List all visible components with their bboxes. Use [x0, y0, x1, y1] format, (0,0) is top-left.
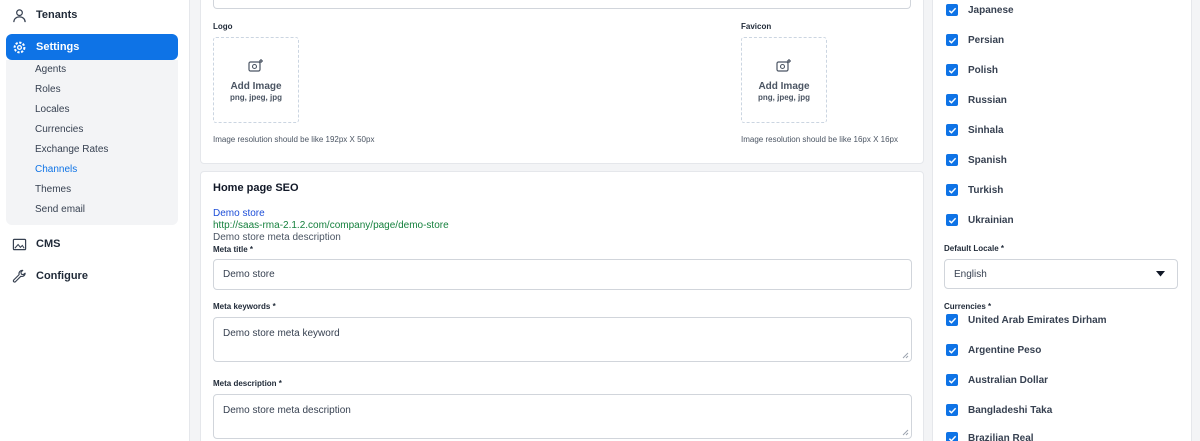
favicon-hint: Image resolution should be like 16px X 1…: [741, 135, 898, 144]
default-locale-label: Default Locale *: [944, 244, 1005, 253]
logo-hint: Image resolution should be like 192px X …: [213, 135, 375, 144]
checkbox-checked-icon[interactable]: [946, 314, 958, 326]
default-locale-value: English: [954, 268, 987, 280]
locale-label: Polish: [968, 64, 999, 76]
resize-handle-icon[interactable]: [902, 352, 909, 359]
caret-down-icon: [1156, 269, 1165, 280]
logo-upload[interactable]: Add Image png, jpeg, jpg: [213, 37, 299, 123]
gear-icon: [11, 39, 27, 55]
add-photo-icon: [776, 58, 792, 78]
locale-label: Persian: [968, 34, 1005, 46]
meta-keywords-value: Demo store meta keyword: [223, 328, 340, 339]
meta-title-label: Meta title *: [213, 245, 254, 254]
submenu-item-exchange-rates[interactable]: Exchange Rates: [35, 144, 108, 155]
settings-submenu: Agents Roles Locales Currencies Exchange…: [6, 60, 178, 225]
sidebar-item-configure[interactable]: Configure: [6, 263, 178, 289]
logo-label: Logo: [213, 22, 233, 31]
add-image-label: Add Image: [758, 81, 810, 92]
seo-preview-url: http://saas-rma-2.1.2.com/company/page/d…: [213, 220, 449, 231]
sidebar-item-settings[interactable]: Settings: [6, 34, 178, 60]
seo-heading: Home page SEO: [213, 182, 299, 194]
seo-preview-title: Demo store: [213, 208, 265, 219]
meta-description-label: Meta description *: [213, 379, 282, 388]
meta-description-value: Demo store meta description: [223, 405, 351, 416]
locale-checkbox-persian[interactable]: Persian: [946, 34, 1004, 46]
currency-checkbox-aed[interactable]: United Arab Emirates Dirham: [946, 314, 1107, 326]
locale-checkbox-turkish[interactable]: Turkish: [946, 184, 1003, 196]
sidebar: Tenants Settings Agents Roles Locales Cu…: [0, 0, 190, 441]
favicon-label: Favicon: [741, 22, 772, 31]
checkbox-checked-icon[interactable]: [946, 432, 958, 441]
locale-label: Sinhala: [968, 124, 1004, 136]
default-locale-select[interactable]: English: [944, 259, 1178, 289]
submenu-item-currencies[interactable]: Currencies: [35, 124, 83, 135]
sidebar-item-cms[interactable]: CMS: [6, 231, 178, 257]
submenu-item-channels[interactable]: Channels: [35, 164, 77, 175]
checkbox-checked-icon[interactable]: [946, 344, 958, 356]
locale-checkbox-sinhala[interactable]: Sinhala: [946, 124, 1004, 136]
currency-checkbox-brl[interactable]: Brazilian Real: [946, 432, 1034, 441]
locale-label: Ukrainian: [968, 214, 1014, 226]
currency-label: Bangladeshi Taka: [968, 404, 1053, 416]
resize-handle-icon[interactable]: [902, 429, 909, 436]
wrench-icon: [11, 268, 27, 284]
currency-label: Argentine Peso: [968, 344, 1042, 356]
checkbox-checked-icon[interactable]: [946, 34, 958, 46]
currencies-label: Currencies *: [944, 302, 992, 311]
sidebar-item-label: Tenants: [36, 9, 78, 21]
locale-checkbox-polish[interactable]: Polish: [946, 64, 998, 76]
submenu-item-send-email[interactable]: Send email: [35, 204, 85, 215]
checkbox-checked-icon[interactable]: [946, 64, 958, 76]
currency-checkbox-aud[interactable]: Australian Dollar: [946, 374, 1048, 386]
currency-label: United Arab Emirates Dirham: [968, 314, 1107, 326]
currency-checkbox-ars[interactable]: Argentine Peso: [946, 344, 1041, 356]
locale-label: Spanish: [968, 154, 1007, 166]
locale-checkbox-russian[interactable]: Russian: [946, 94, 1007, 106]
submenu-item-agents[interactable]: Agents: [35, 64, 66, 75]
currency-label: Australian Dollar: [968, 374, 1049, 386]
checkbox-checked-icon[interactable]: [946, 154, 958, 166]
sidebar-item-label: CMS: [36, 238, 61, 250]
user-icon: [11, 7, 27, 23]
meta-keywords-label: Meta keywords *: [213, 302, 276, 311]
sidebar-item-tenants[interactable]: Tenants: [6, 2, 178, 28]
checkbox-checked-icon[interactable]: [946, 4, 958, 16]
meta-description-textarea[interactable]: Demo store meta description: [213, 394, 912, 439]
sidebar-item-label: Settings: [36, 41, 80, 53]
submenu-item-themes[interactable]: Themes: [35, 184, 71, 195]
submenu-item-roles[interactable]: Roles: [35, 84, 61, 95]
locale-checkbox-japanese[interactable]: Japanese: [946, 4, 1014, 16]
locale-label: Japanese: [968, 4, 1014, 16]
add-image-label: Add Image: [230, 81, 282, 92]
seo-card: Home page SEO Demo store http://saas-rma…: [200, 171, 924, 441]
design-card: Logo Add Image png, jpeg, jpg Image reso…: [200, 0, 924, 164]
checkbox-checked-icon[interactable]: [946, 184, 958, 196]
submenu-item-locales[interactable]: Locales: [35, 104, 69, 115]
formats-label: png, jpeg, jpg: [230, 93, 282, 102]
checkbox-checked-icon[interactable]: [946, 124, 958, 136]
locale-label: Russian: [968, 94, 1007, 106]
locale-label: Turkish: [968, 184, 1004, 196]
checkbox-checked-icon[interactable]: [946, 374, 958, 386]
locale-checkbox-ukrainian[interactable]: Ukrainian: [946, 214, 1014, 226]
meta-title-input[interactable]: Demo store: [213, 259, 912, 290]
add-photo-icon: [248, 58, 264, 78]
locale-checkbox-spanish[interactable]: Spanish: [946, 154, 1007, 166]
favicon-upload[interactable]: Add Image png, jpeg, jpg: [741, 37, 827, 123]
checkbox-checked-icon[interactable]: [946, 94, 958, 106]
formats-label: png, jpeg, jpg: [758, 93, 810, 102]
currency-label: Brazilian Real: [968, 432, 1034, 441]
seo-preview-description: Demo store meta description: [213, 232, 341, 243]
meta-keywords-textarea[interactable]: Demo store meta keyword: [213, 317, 912, 362]
image-icon: [11, 236, 27, 252]
previous-field[interactable]: [213, 0, 911, 9]
sidebar-item-label: Configure: [36, 270, 88, 282]
currency-checkbox-bdt[interactable]: Bangladeshi Taka: [946, 404, 1052, 416]
checkbox-checked-icon[interactable]: [946, 404, 958, 416]
checkbox-checked-icon[interactable]: [946, 214, 958, 226]
